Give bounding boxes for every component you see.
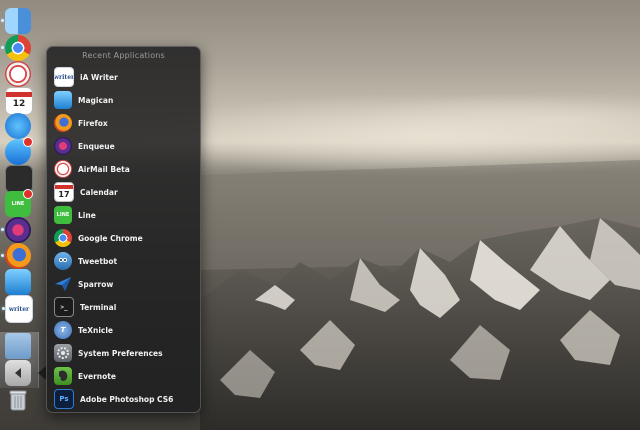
stack-item-label: Tweetbot	[78, 256, 118, 266]
stack-item-label: Terminal	[80, 302, 117, 312]
dock-firefox-icon[interactable]	[1, 243, 31, 269]
stack-item-label: Enqueue	[78, 141, 115, 151]
dock-trash-icon[interactable]	[5, 387, 31, 413]
dock-enqueue-icon[interactable]	[1, 217, 31, 243]
dock-airmail-icon[interactable]	[5, 61, 31, 87]
magican-icon	[54, 91, 72, 109]
enqueue-icon	[54, 137, 72, 155]
dock-calendar-icon[interactable]: 12	[5, 87, 33, 115]
ia-writer-icon: writer	[54, 67, 74, 87]
trash-icon	[9, 390, 27, 411]
dock-magican-icon[interactable]	[5, 269, 31, 295]
dock-ia-writer-icon[interactable]: writer	[2, 295, 33, 323]
stack-item-terminal[interactable]: >_ Terminal	[54, 297, 194, 317]
system-preferences-icon	[54, 344, 72, 362]
stack-item-label: Line	[78, 210, 96, 220]
stack-title: Recent Applications	[82, 51, 165, 60]
arrow-left-icon	[15, 368, 21, 378]
dock-writer-glyph: writer	[8, 305, 30, 313]
stack-item-calendar[interactable]: 17 Calendar	[54, 182, 194, 202]
stack-item-firefox[interactable]: Firefox	[54, 113, 194, 133]
calendar-icon: 17	[54, 182, 74, 202]
stack-item-system-preferences[interactable]: System Preferences	[54, 343, 194, 363]
stack-item-ia-writer[interactable]: writer iA Writer	[54, 67, 194, 87]
dock-app-store-icon[interactable]	[5, 137, 33, 165]
recent-applications-stack: Recent Applications writer iA Writer Mag…	[46, 46, 201, 413]
stack-item-adobe-photoshop-cs6[interactable]: Ps Adobe Photoshop CS6	[54, 389, 194, 409]
stack-item-label: iA Writer	[80, 72, 118, 82]
chrome-icon	[54, 229, 72, 247]
stack-item-label: System Preferences	[78, 348, 163, 358]
sparrow-icon	[54, 275, 72, 293]
stack-panel-pointer	[38, 366, 46, 380]
photoshop-icon: Ps	[54, 389, 74, 409]
stack-item-enqueue[interactable]: Enqueue	[54, 136, 194, 156]
line-badge	[23, 189, 33, 199]
stack-item-tweetbot[interactable]: Tweetbot	[54, 251, 194, 271]
airmail-icon	[54, 160, 72, 178]
stack-item-line[interactable]: LINE Line	[54, 205, 194, 225]
app-store-badge	[23, 137, 33, 147]
texnicle-icon: T	[54, 321, 72, 339]
stack-item-label: TeXnicle	[78, 325, 114, 335]
dock-finder-icon[interactable]	[1, 8, 31, 34]
stack-item-label: Adobe Photoshop CS6	[80, 394, 174, 404]
stack-item-label: Sparrow	[78, 279, 114, 289]
stack-item-airmail-beta[interactable]: AirMail Beta	[54, 159, 194, 179]
stack-item-magican[interactable]: Magican	[54, 90, 194, 110]
stack-item-label: AirMail Beta	[78, 164, 130, 174]
stack-item-label: Google Chrome	[78, 233, 143, 243]
dock-documents-folder-icon[interactable]	[5, 333, 31, 359]
dock-line-icon[interactable]: LINE	[5, 189, 33, 217]
stack-item-label: Magican	[78, 95, 114, 105]
stack-item-sparrow[interactable]: Sparrow	[54, 274, 194, 294]
stack-item-label: Calendar	[80, 187, 118, 197]
stack-item-evernote[interactable]: Evernote	[54, 366, 194, 386]
line-icon: LINE	[54, 206, 72, 224]
tweetbot-icon	[54, 252, 72, 270]
dock-chrome-icon[interactable]	[1, 35, 31, 61]
terminal-icon: >_	[54, 297, 74, 317]
stack-item-label: Evernote	[78, 371, 116, 381]
dock-recent-apps-stack-icon[interactable]	[5, 360, 31, 386]
dock-line-glyph: LINE	[11, 201, 25, 207]
evernote-icon	[54, 367, 72, 385]
dock-calendar-day: 12	[12, 98, 26, 109]
firefox-icon	[54, 114, 72, 132]
dock-itunes-icon[interactable]	[5, 113, 31, 139]
stack-item-label: Firefox	[78, 118, 108, 128]
stack-item-texnicle[interactable]: T TeXnicle	[54, 320, 194, 340]
dock: 12 LINE writer	[0, 0, 39, 430]
stack-item-google-chrome[interactable]: Google Chrome	[54, 228, 194, 248]
